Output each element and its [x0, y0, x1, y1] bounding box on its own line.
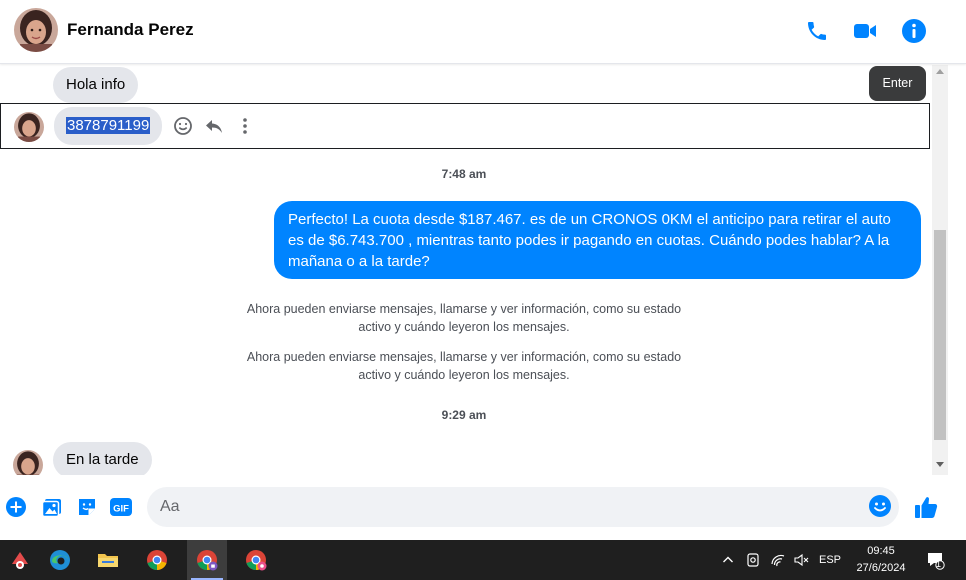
composer-bar: GIF	[0, 475, 948, 540]
tray-network[interactable]	[767, 540, 789, 580]
taskbar-app-chrome-profile[interactable]	[187, 540, 227, 580]
scroll-thumb[interactable]	[934, 230, 946, 440]
message-thread[interactable]: Hola info 3878791199 7:48 am Perfecto! L…	[0, 65, 932, 475]
outgoing-message[interactable]: Perfecto! La cuota desde $187.467. es de…	[274, 201, 921, 279]
window-edge	[948, 65, 966, 540]
scroll-down-arrow[interactable]	[936, 462, 944, 467]
tray-meet-now[interactable]	[742, 540, 764, 580]
show-hidden-icons-button[interactable]	[718, 540, 738, 580]
chrome-profile-icon	[197, 550, 218, 571]
reply-icon	[206, 120, 222, 133]
scroll-up-arrow[interactable]	[936, 69, 944, 74]
contact-name[interactable]: Fernanda Perez	[67, 20, 194, 40]
attach-photo-button[interactable]	[40, 495, 64, 519]
notification-count: 1	[936, 559, 942, 569]
info-icon	[902, 19, 926, 43]
tray-volume[interactable]	[790, 540, 812, 580]
chrome-profile-icon	[246, 550, 267, 571]
clock-date: 27/6/2024	[856, 562, 906, 574]
taskbar-app-file-explorer[interactable]	[88, 540, 128, 580]
system-notice: Ahora pueden enviarse mensajes, llamarse…	[246, 302, 682, 334]
notification-center-button[interactable]: 1	[920, 540, 950, 580]
incoming-message[interactable]: Hola info	[53, 67, 139, 103]
chat-header: Fernanda Perez	[0, 0, 966, 64]
chrome-icon	[147, 550, 167, 570]
react-button[interactable]	[171, 114, 195, 138]
more-vertical-icon	[243, 118, 247, 134]
plus-circle-icon	[6, 497, 26, 517]
timestamp: 7:48 am	[441, 167, 487, 181]
taskbar-app-chrome[interactable]	[137, 540, 177, 580]
contact-avatar[interactable]	[14, 8, 58, 52]
gif-button[interactable]: GIF	[109, 495, 133, 519]
chevron-up-icon	[723, 556, 733, 563]
windows-taskbar: ESP 09:45 27/6/2024 1	[0, 540, 966, 580]
emoji-picker-button[interactable]	[868, 494, 892, 518]
wifi-icon	[771, 554, 785, 567]
more-options-button[interactable]	[233, 114, 257, 138]
clock-time: 09:45	[867, 545, 895, 557]
edge-icon	[50, 550, 70, 570]
phone-call-button[interactable]	[803, 17, 831, 45]
folder-icon	[98, 554, 118, 567]
emoji-icon	[869, 495, 891, 517]
incoming-message[interactable]: En la tarde	[53, 442, 152, 475]
volume-muted-icon	[794, 553, 809, 567]
phone-icon	[808, 22, 826, 40]
thumbs-up-icon	[915, 497, 938, 518]
incoming-message[interactable]: 3878791199	[54, 107, 163, 145]
notification-icon	[928, 553, 945, 570]
sticker-button[interactable]	[75, 495, 99, 519]
chat-scrollbar[interactable]	[932, 65, 948, 475]
conversation-info-button[interactable]	[900, 17, 928, 45]
send-like-button[interactable]	[912, 493, 940, 521]
tray-clock[interactable]: 09:45 27/6/2024	[849, 543, 913, 577]
image-icon	[41, 499, 61, 518]
camera-icon	[747, 553, 759, 567]
video-call-button[interactable]	[851, 17, 879, 45]
gif-icon: GIF	[110, 498, 132, 516]
tray-language[interactable]: ESP	[815, 540, 845, 580]
selected-text[interactable]: 3878791199	[66, 117, 151, 134]
reply-button[interactable]	[202, 114, 226, 138]
svg-text:GIF: GIF	[113, 504, 129, 515]
taskbar-app-tool[interactable]	[0, 540, 40, 580]
taskbar-app-edge[interactable]	[40, 540, 80, 580]
sticker-icon	[79, 499, 95, 515]
system-notice: Ahora pueden enviarse mensajes, llamarse…	[246, 350, 682, 382]
sender-avatar[interactable]	[14, 112, 44, 142]
more-actions-button[interactable]	[4, 495, 28, 519]
hovered-message-row[interactable]: 3878791199	[0, 103, 930, 149]
message-input[interactable]	[147, 487, 899, 527]
tooltip: Enter	[869, 66, 926, 101]
timestamp: 9:29 am	[441, 408, 487, 422]
taskbar-app-chrome-profile-2[interactable]	[236, 540, 276, 580]
sender-avatar[interactable]	[13, 450, 43, 475]
smiley-icon	[174, 117, 192, 135]
video-call-icon	[854, 24, 876, 38]
app-icon	[12, 552, 28, 569]
